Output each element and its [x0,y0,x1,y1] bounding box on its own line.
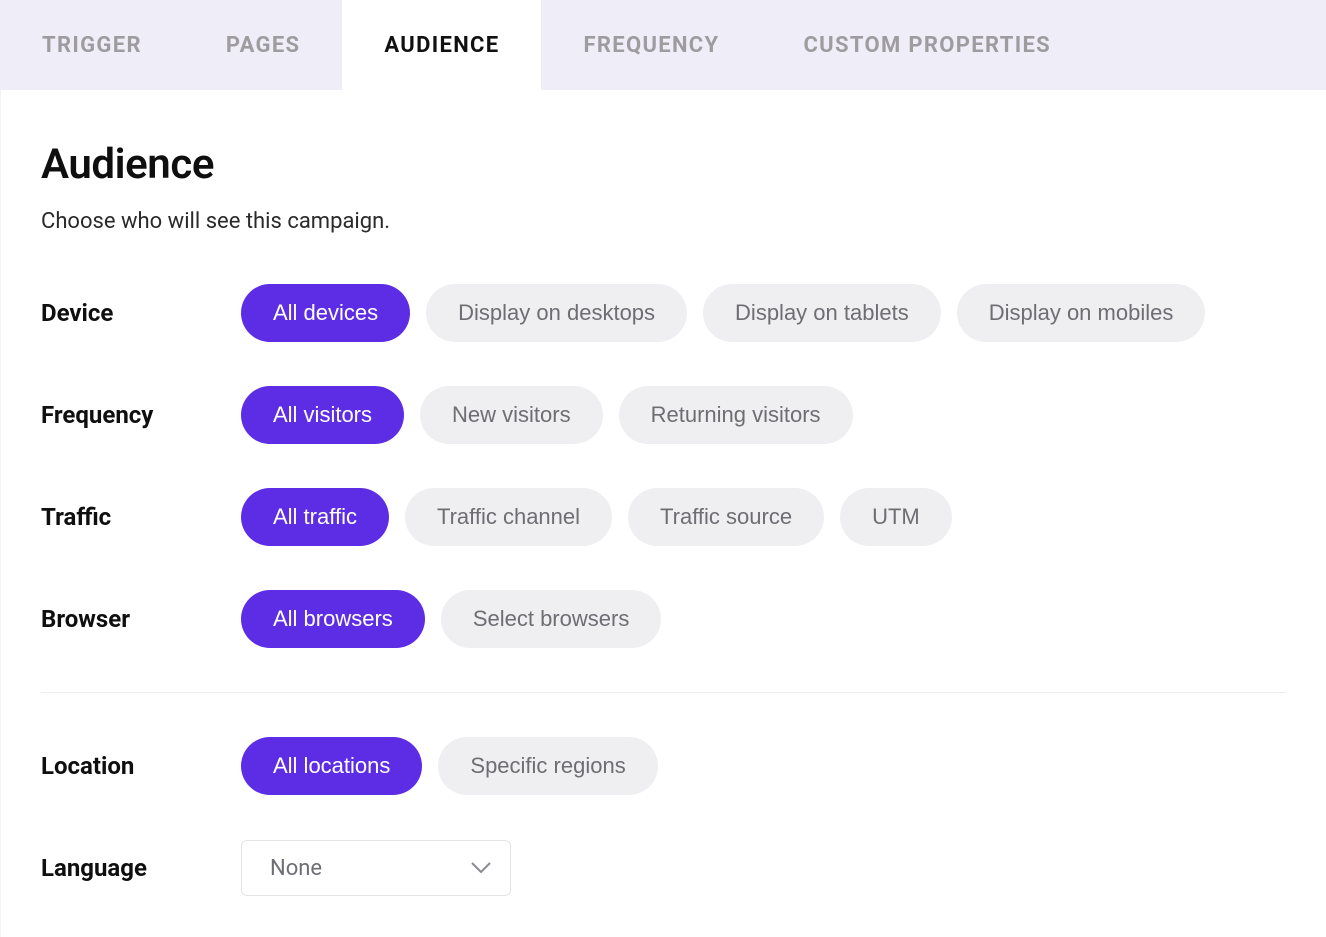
location-option-specific[interactable]: Specific regions [438,737,657,795]
browser-option-all[interactable]: All browsers [241,590,425,648]
traffic-options: All traffic Traffic channel Traffic sour… [241,488,952,546]
settings: Device All devices Display on desktops D… [41,284,1286,897]
language-select[interactable]: None [241,840,511,896]
device-row: Device All devices Display on desktops D… [41,284,1286,342]
traffic-option-source[interactable]: Traffic source [628,488,824,546]
tab-frequency[interactable]: FREQUENCY [541,0,761,90]
divider [41,692,1286,693]
language-row: Language None [41,839,1286,897]
traffic-row: Traffic All traffic Traffic channel Traf… [41,488,1286,546]
traffic-option-channel[interactable]: Traffic channel [405,488,612,546]
frequency-option-all[interactable]: All visitors [241,386,404,444]
browser-row: Browser All browsers Select browsers [41,590,1286,648]
tab-pages[interactable]: PAGES [184,0,343,90]
browser-label: Browser [41,605,241,633]
device-options: All devices Display on desktops Display … [241,284,1205,342]
tab-custom-properties[interactable]: CUSTOM PROPERTIES [761,0,1093,90]
frequency-option-new[interactable]: New visitors [420,386,603,444]
traffic-label: Traffic [41,503,241,531]
frequency-label: Frequency [41,401,241,429]
device-label: Device [41,299,241,327]
frequency-option-returning[interactable]: Returning visitors [619,386,853,444]
device-option-all[interactable]: All devices [241,284,410,342]
page-subtitle: Choose who will see this campaign. [41,209,1286,234]
tab-bar: TRIGGER PAGES AUDIENCE FREQUENCY CUSTOM … [0,0,1326,90]
device-option-tablets[interactable]: Display on tablets [703,284,941,342]
device-option-mobiles[interactable]: Display on mobiles [957,284,1206,342]
browser-options: All browsers Select browsers [241,590,661,648]
location-option-all[interactable]: All locations [241,737,422,795]
location-label: Location [41,752,241,780]
tab-audience[interactable]: AUDIENCE [342,0,541,90]
tab-trigger[interactable]: TRIGGER [0,0,184,90]
browser-option-select[interactable]: Select browsers [441,590,662,648]
frequency-row: Frequency All visitors New visitors Retu… [41,386,1286,444]
location-row: Location All locations Specific regions [41,737,1286,795]
location-options: All locations Specific regions [241,737,658,795]
traffic-option-all[interactable]: All traffic [241,488,389,546]
device-option-desktops[interactable]: Display on desktops [426,284,687,342]
traffic-option-utm[interactable]: UTM [840,488,952,546]
audience-panel: Audience Choose who will see this campai… [0,90,1326,937]
language-label: Language [41,854,241,882]
language-select-wrap: None [241,840,511,896]
page-title: Audience [41,140,1286,189]
frequency-options: All visitors New visitors Returning visi… [241,386,853,444]
